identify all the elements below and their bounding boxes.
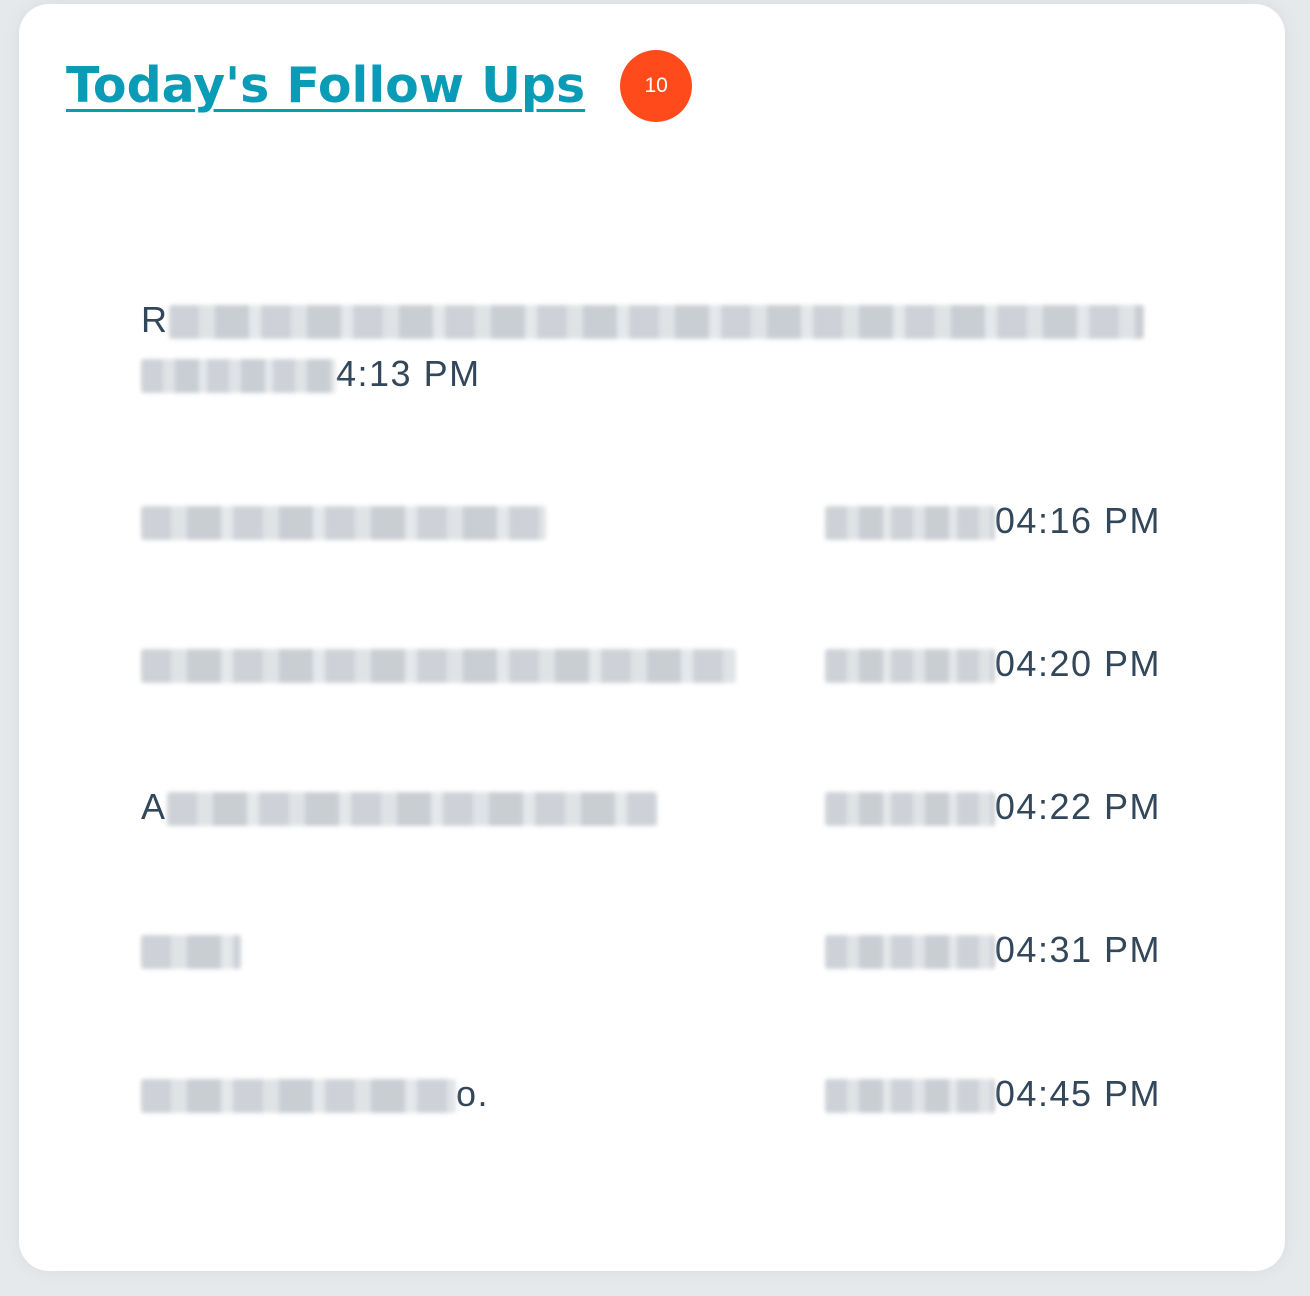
redacted-contact bbox=[141, 935, 241, 970]
contact-name-visible: A bbox=[141, 786, 167, 827]
followup-time: 04:22 PM bbox=[994, 786, 1161, 827]
followup-time: 04:16 PM bbox=[994, 500, 1161, 541]
redacted-date bbox=[141, 359, 336, 394]
followup-datetime: 04:20 PM bbox=[824, 643, 1161, 685]
redacted-date bbox=[824, 506, 995, 541]
redacted-date bbox=[824, 649, 995, 684]
followup-datetime: 04:22 PM bbox=[824, 786, 1161, 828]
followup-contact bbox=[141, 500, 546, 542]
followup-contact: R bbox=[141, 299, 1144, 341]
redacted-contact bbox=[141, 1079, 456, 1114]
count-badge: 10 bbox=[620, 50, 693, 122]
redacted-contact bbox=[168, 305, 1144, 340]
redacted-contact bbox=[141, 649, 736, 684]
followup-time: 04:31 PM bbox=[994, 929, 1161, 970]
redacted-date bbox=[824, 935, 995, 970]
followup-datetime: 4:13 PM bbox=[141, 353, 481, 395]
followups-title-link[interactable]: Today's Follow Ups bbox=[66, 51, 585, 121]
redacted-date bbox=[824, 792, 995, 827]
followups-card: Today's Follow Ups 10 R 4:13 PM 04:16 PM… bbox=[19, 4, 1285, 1271]
followup-datetime: 04:31 PM bbox=[824, 929, 1161, 971]
contact-name-visible: o. bbox=[456, 1073, 490, 1114]
followup-contact: o. bbox=[141, 1073, 489, 1115]
redacted-contact bbox=[166, 792, 657, 827]
followup-time: 04:20 PM bbox=[994, 643, 1161, 684]
redacted-date bbox=[824, 1079, 995, 1114]
redacted-contact bbox=[141, 506, 546, 541]
followup-contact: A bbox=[141, 786, 657, 828]
contact-name-visible: R bbox=[141, 299, 169, 340]
card-header: Today's Follow Ups 10 bbox=[66, 50, 693, 122]
followup-datetime: 04:16 PM bbox=[824, 500, 1161, 542]
followup-datetime: 04:45 PM bbox=[824, 1073, 1161, 1115]
followup-time: 4:13 PM bbox=[336, 353, 481, 394]
followup-time: 04:45 PM bbox=[994, 1073, 1161, 1114]
followup-contact bbox=[141, 929, 241, 971]
followup-contact bbox=[141, 643, 736, 685]
